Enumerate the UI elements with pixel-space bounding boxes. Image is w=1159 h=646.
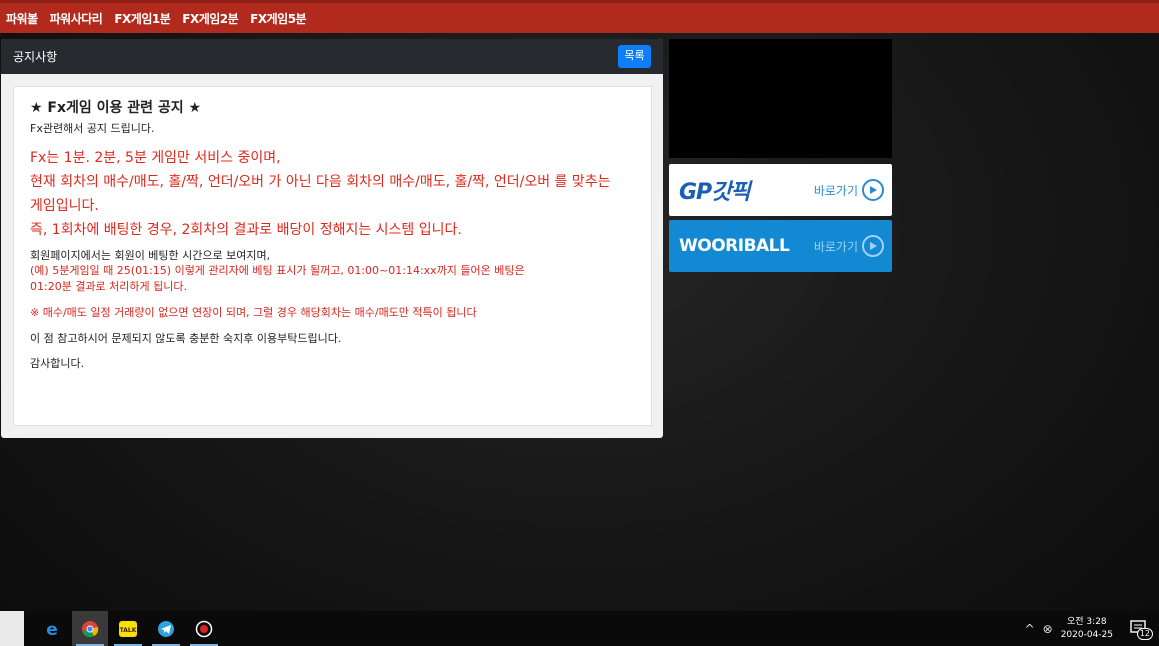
notice-intro: Fx관련해서 공지 드립니다.	[30, 122, 155, 135]
wooriball-go-label: 바로가기	[813, 239, 858, 254]
gp-logo: GP갓픽	[679, 180, 751, 205]
clock[interactable]: 오전 3:28 2020-04-25	[1061, 616, 1113, 642]
network-error-icon[interactable]: ⊗	[1043, 622, 1053, 636]
panel-title: 공지사항	[13, 50, 58, 64]
notice-thanks: 감사합니다.	[30, 357, 85, 370]
svg-text:TALK: TALK	[120, 627, 137, 634]
record-icon[interactable]	[186, 611, 222, 646]
notice-red-line: Fx는 1분. 2분, 5분 게임만 서비스 중이며,	[30, 150, 281, 166]
svg-text:e: e	[46, 620, 58, 638]
notification-icon[interactable]: 12	[1129, 618, 1153, 640]
nav-fx-5min[interactable]: FX게임5분	[250, 10, 306, 27]
wooriball-logo: WOORIBALL	[679, 236, 790, 256]
nav-powerball[interactable]: 파워볼	[6, 10, 38, 27]
system-tray: ^ ⊗ 오전 3:28 2020-04-25 12	[1025, 611, 1159, 646]
list-button[interactable]: 목록	[618, 45, 651, 68]
notice-heading: ★ Fx게임 이용 관련 공지 ★	[30, 100, 202, 116]
gp-banner[interactable]: GP갓픽 바로가기	[669, 164, 892, 216]
panel-header: 공지사항 목록	[1, 39, 663, 74]
notice-red-line: 즉, 1회차에 배팅한 경우, 2회차의 결과로 배당이 정해지는 시스템 입니…	[30, 222, 462, 238]
notice-warning: ※ 매수/매도 일정 거래량이 없으면 연장이 되며, 그럴 경우 해당회차는 …	[30, 306, 477, 319]
nav-fx-2min[interactable]: FX게임2분	[182, 10, 238, 27]
chevron-up-icon[interactable]: ^	[1025, 622, 1035, 636]
taskbar: e TALK ^ ⊗ 오전 3:28 2020-04-25 12	[0, 611, 1159, 646]
clock-date: 2020-04-25	[1060, 629, 1113, 640]
nav-fx-1min[interactable]: FX게임1분	[114, 10, 170, 27]
video-area	[669, 39, 892, 158]
wooriball-banner[interactable]: WOORIBALL 바로가기	[669, 220, 892, 272]
wooriball-go-button[interactable]: 바로가기	[814, 235, 884, 257]
notice-closing: 이 점 참고하시어 문제되지 않도록 충분한 숙지후 이용부탁드립니다.	[30, 332, 342, 345]
edge-icon[interactable]: e	[34, 611, 70, 646]
gp-go-label: 바로가기	[813, 183, 858, 198]
play-icon	[862, 235, 884, 257]
kakaotalk-icon[interactable]: TALK	[110, 611, 146, 646]
chrome-icon[interactable]	[72, 611, 108, 646]
gp-go-button[interactable]: 바로가기	[814, 179, 884, 201]
telegram-icon[interactable]	[148, 611, 184, 646]
top-nav: 파워볼 파워사다리 FX게임1분 FX게임2분 FX게임5분	[0, 0, 1159, 33]
notice-member-line: 회원페이지에서는 회원이 베팅한 시간으로 보여지며,	[30, 249, 271, 262]
clock-time: 오전 3:28	[1067, 616, 1107, 627]
notice-red-line: 현재 회차의 매수/매도, 홀/짝, 언더/오버 가 아닌 다음 회차의 매수/…	[30, 174, 611, 190]
notification-count: 12	[1136, 627, 1153, 640]
nav-power-ladder[interactable]: 파워사다리	[50, 10, 103, 27]
search-box[interactable]	[0, 611, 24, 646]
notice-example-line: (예) 5분게임일 때 25(01:15) 이렇게 관리자에 베팅 표시가 될꺼…	[30, 264, 525, 277]
notice-red-line: 게임입니다.	[30, 198, 99, 214]
notice-example-line: 01:20분 결과로 처리하게 됩니다.	[30, 280, 188, 293]
notice-content: ★ Fx게임 이용 관련 공지 ★ Fx관련해서 공지 드립니다. Fx는 1분…	[13, 86, 652, 426]
play-icon	[862, 179, 884, 201]
notice-panel: 공지사항 목록 ★ Fx게임 이용 관련 공지 ★ Fx관련해서 공지 드립니다…	[1, 39, 663, 438]
